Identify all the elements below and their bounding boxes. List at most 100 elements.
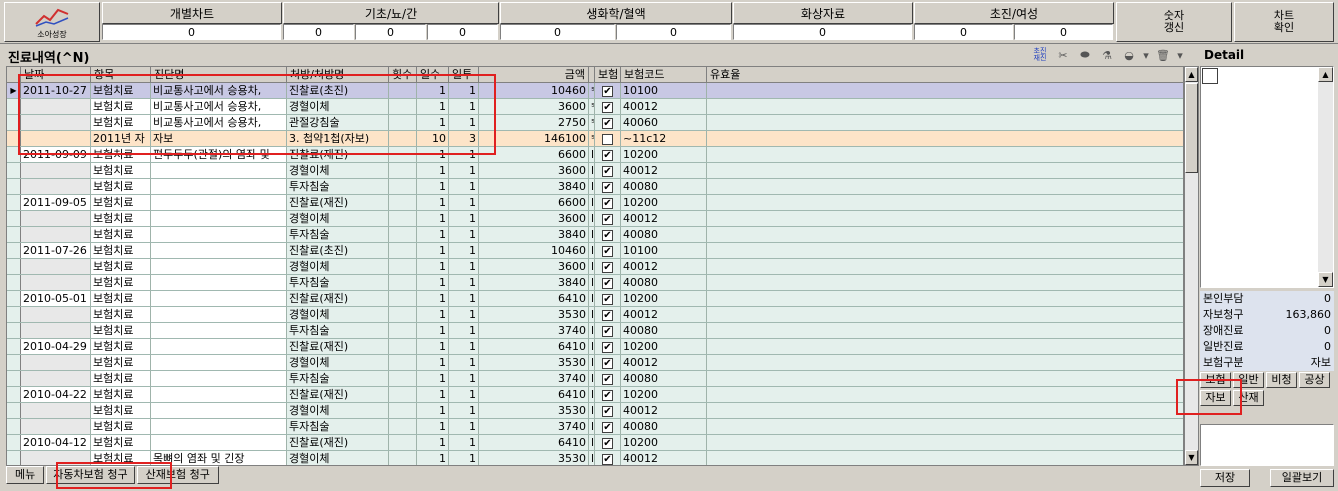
cell-date[interactable]: 2011-10-27	[21, 83, 91, 98]
insurance-checkbox[interactable]: ✔	[602, 309, 613, 321]
cell-prescription[interactable]: 경혈이체	[287, 307, 389, 322]
cell-diagnosis[interactable]	[151, 195, 287, 210]
cell-amount[interactable]: 3840	[479, 227, 589, 242]
cell-daily[interactable]: 1	[449, 259, 479, 274]
cell-insurance[interactable]: ✔	[595, 387, 621, 402]
cell-daily[interactable]: 1	[449, 147, 479, 162]
cell-days[interactable]: 1	[417, 179, 449, 194]
cell-daily[interactable]: 1	[449, 291, 479, 306]
cell-diagnosis[interactable]	[151, 275, 287, 290]
insurance-checkbox[interactable]: ✔	[602, 261, 613, 273]
cell-prescription[interactable]: 진찰료(재진)	[287, 291, 389, 306]
cell-date[interactable]	[21, 355, 91, 370]
cell-amount[interactable]: 6410	[479, 291, 589, 306]
chart-confirm-button[interactable]: 차트 확인	[1234, 2, 1334, 42]
insurance-checkbox[interactable]: ✔	[602, 165, 613, 177]
cell-date[interactable]: 2010-04-29	[21, 339, 91, 354]
row-pointer-icon[interactable]: ▶	[7, 83, 21, 98]
table-row[interactable]: 보험치료 경혈이체 1 1 3600 l ✔ 40012	[7, 163, 1183, 179]
cell-item[interactable]: 보험치료	[91, 163, 151, 178]
cell-days[interactable]: 1	[417, 419, 449, 434]
cell-date[interactable]	[21, 323, 91, 338]
scroll-up-icon[interactable]: ▲	[1185, 67, 1198, 82]
col-date[interactable]: 날짜	[21, 67, 91, 82]
cell-insurance-code[interactable]: 40080	[621, 227, 707, 242]
cell-item[interactable]: 보험치료	[91, 419, 151, 434]
table-row[interactable]: 보험치료 비교통사고에서 승용차, 경혈이체 1 1 3600 ˢ ✔ 40012	[7, 99, 1183, 115]
cell-count[interactable]	[389, 323, 417, 338]
col-daily[interactable]: 일투	[449, 67, 479, 82]
cell-daily[interactable]: 1	[449, 179, 479, 194]
table-row[interactable]: 보험치료 경혈이체 1 1 3530 l ✔ 40012	[7, 355, 1183, 371]
cell-daily[interactable]: 1	[449, 227, 479, 242]
cell-days[interactable]: 1	[417, 243, 449, 258]
group-title[interactable]: 기초/뇨/간	[283, 2, 499, 24]
trash-icon[interactable]: 🗑	[1154, 47, 1172, 63]
cell-validity[interactable]	[707, 291, 1183, 306]
cell-insurance-code[interactable]: 40080	[621, 179, 707, 194]
cell-date[interactable]	[21, 99, 91, 114]
cell-amount[interactable]: 3600	[479, 99, 589, 114]
cell-item[interactable]: 보험치료	[91, 307, 151, 322]
insurance-checkbox[interactable]: ✔	[602, 85, 613, 97]
insurance-checkbox[interactable]	[602, 133, 613, 145]
cell-amount[interactable]: 2750	[479, 115, 589, 130]
cell-prescription[interactable]: 진찰료(초진)	[287, 243, 389, 258]
cell-validity[interactable]	[707, 275, 1183, 290]
cell-item[interactable]: 보험치료	[91, 83, 151, 98]
insurance-checkbox[interactable]: ✔	[602, 357, 613, 369]
cell-amount[interactable]: 3530	[479, 307, 589, 322]
cell-days[interactable]: 1	[417, 259, 449, 274]
cell-prescription[interactable]: 경혈이체	[287, 451, 389, 465]
cell-diagnosis[interactable]: 목뼈의 염좌 및 긴장	[151, 451, 287, 465]
cell-count[interactable]	[389, 179, 417, 194]
cell-prescription[interactable]: 경혈이체	[287, 99, 389, 114]
cell-amount[interactable]: 6410	[479, 435, 589, 450]
row-indicator[interactable]	[7, 147, 21, 162]
cell-insurance-code[interactable]: 40080	[621, 419, 707, 434]
cell-insurance-code[interactable]: 40080	[621, 371, 707, 386]
cell-days[interactable]: 1	[417, 387, 449, 402]
cell-amount[interactable]: 3600	[479, 259, 589, 274]
cell-daily[interactable]: 1	[449, 403, 479, 418]
row-indicator[interactable]	[7, 323, 21, 338]
cell-prescription[interactable]: 진찰료(재진)	[287, 339, 389, 354]
cell-days[interactable]: 1	[417, 115, 449, 130]
row-indicator[interactable]	[7, 435, 21, 450]
cell-item[interactable]: 보험치료	[91, 451, 151, 465]
group-title[interactable]: 생화학/혈액	[500, 2, 732, 24]
row-indicator[interactable]	[7, 355, 21, 370]
col-diagnosis[interactable]: 진단명	[151, 67, 287, 82]
insurance-checkbox[interactable]: ✔	[602, 341, 613, 353]
cell-insurance-code[interactable]: 10200	[621, 387, 707, 402]
table-row[interactable]: 보험치료 투자침술 1 1 3840 l ✔ 40080	[7, 275, 1183, 291]
insurance-button[interactable]: 보험	[1200, 372, 1231, 388]
cell-validity[interactable]	[707, 339, 1183, 354]
cell-amount[interactable]: 10460	[479, 243, 589, 258]
cell-count[interactable]	[389, 371, 417, 386]
cell-amount[interactable]: 3530	[479, 355, 589, 370]
cell-prescription[interactable]: 투자침술	[287, 179, 389, 194]
cell-item[interactable]: 보험치료	[91, 227, 151, 242]
insurance-checkbox[interactable]: ✔	[602, 117, 613, 129]
cell-diagnosis[interactable]: 자보	[151, 131, 287, 146]
cell-insurance-code[interactable]: 40012	[621, 307, 707, 322]
table-row[interactable]: 보험치료 경혈이체 1 1 3530 l ✔ 40012	[7, 307, 1183, 323]
table-row[interactable]: ▶ 2011-10-27 보험치료 비교통사고에서 승용차, 진찰료(초진) 1 1 1046…	[7, 83, 1183, 99]
cell-daily[interactable]: 1	[449, 451, 479, 465]
dropdown-arrow-icon[interactable]: ▾	[1176, 47, 1184, 63]
cell-count[interactable]	[389, 339, 417, 354]
cell-diagnosis[interactable]	[151, 307, 287, 322]
bulk-view-button[interactable]: 일괄보기	[1270, 469, 1334, 487]
cell-days[interactable]: 1	[417, 371, 449, 386]
cell-count[interactable]	[389, 387, 417, 402]
cell-daily[interactable]: 1	[449, 419, 479, 434]
cell-insurance[interactable]: ✔	[595, 211, 621, 226]
insurance-checkbox[interactable]: ✔	[602, 453, 613, 465]
cell-diagnosis[interactable]	[151, 403, 287, 418]
cell-amount[interactable]: 6600	[479, 147, 589, 162]
cell-item[interactable]: 보험치료	[91, 323, 151, 338]
row-indicator[interactable]	[7, 291, 21, 306]
cell-days[interactable]: 1	[417, 307, 449, 322]
cell-insurance[interactable]: ✔	[595, 307, 621, 322]
